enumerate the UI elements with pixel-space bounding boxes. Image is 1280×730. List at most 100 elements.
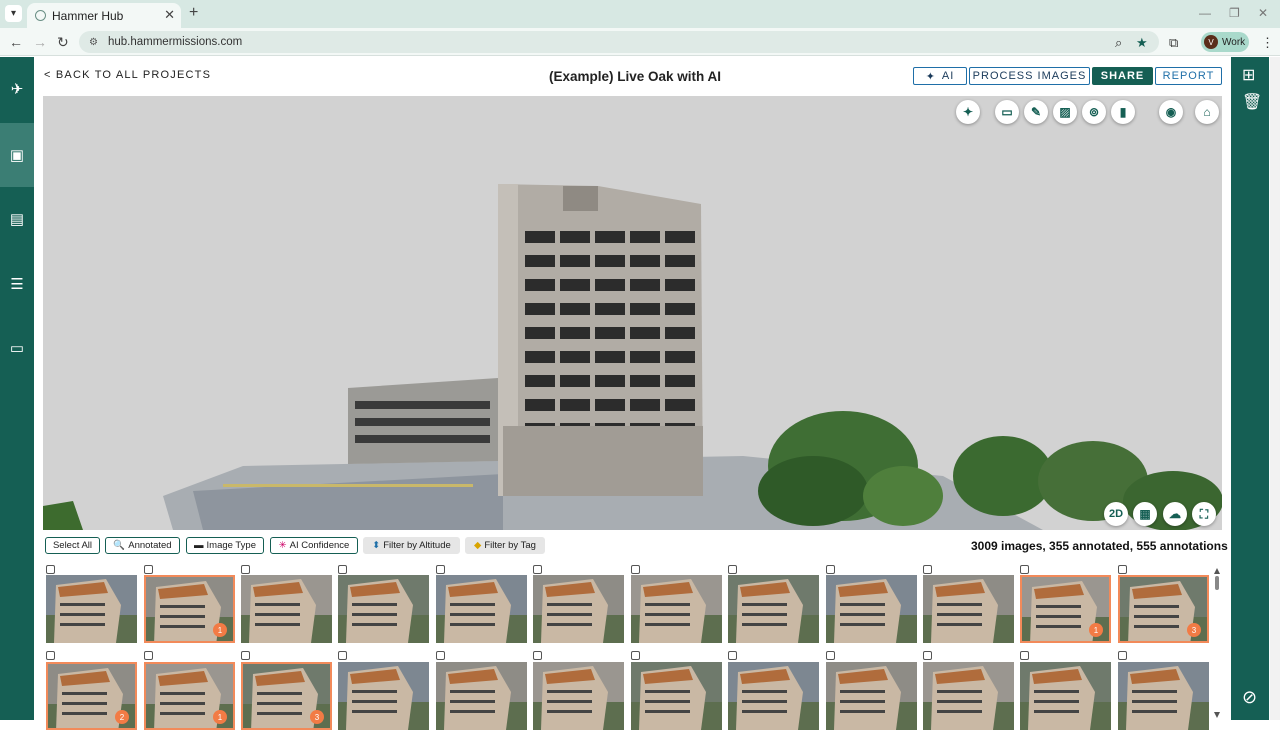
ai-icon: ✳ xyxy=(278,540,287,551)
thumbnail-checkbox[interactable] xyxy=(631,651,640,660)
ai-button[interactable]: ✦ AI xyxy=(913,67,967,85)
thumbnail-checkbox[interactable] xyxy=(144,651,153,660)
thumbnail-checkbox[interactable] xyxy=(728,565,737,574)
thumbnail-checkbox[interactable] xyxy=(436,651,445,660)
thumbnail-checkbox[interactable] xyxy=(533,651,542,660)
thumbnail-checkbox[interactable] xyxy=(241,651,250,660)
tag-filter-button[interactable]: ◆ Filter by Tag xyxy=(465,537,545,554)
image-thumbnail[interactable] xyxy=(826,575,917,643)
image-thumbnail[interactable] xyxy=(533,575,624,643)
thumbnail-checkbox[interactable] xyxy=(923,565,932,574)
thumbnail-checkbox[interactable] xyxy=(1118,651,1127,660)
add-icon[interactable]: ⊞ xyxy=(1242,65,1255,85)
close-window-icon[interactable]: ✕ xyxy=(1258,6,1268,20)
back-to-projects-link[interactable]: < BACK TO ALL PROJECTS xyxy=(44,69,211,81)
annotation-count-badge: 3 xyxy=(310,710,324,724)
forward-icon[interactable]: → xyxy=(33,34,47,50)
2d-toggle-button[interactable]: 2D xyxy=(1104,502,1128,526)
profile-label: Work xyxy=(1222,36,1246,48)
image-thumbnail[interactable]: 3 xyxy=(1118,575,1209,643)
building-icon[interactable]: ▦ xyxy=(1133,502,1157,526)
reload-icon[interactable]: ↻ xyxy=(57,34,69,51)
cloud-download-icon[interactable]: ☁ xyxy=(1163,502,1187,526)
address-bar[interactable]: ⚙ hub.hammermissions.com xyxy=(79,31,1159,53)
thumbnail-checkbox[interactable] xyxy=(826,565,835,574)
annotated-filter-button[interactable]: 🔍 Annotated xyxy=(105,537,180,554)
tab-search-icon[interactable]: ▾ xyxy=(5,5,22,22)
fullscreen-icon[interactable]: ⛶ xyxy=(1192,502,1216,526)
ai-confidence-filter-button[interactable]: ✳ AI Confidence xyxy=(270,537,358,554)
thumbnail-checkbox[interactable] xyxy=(923,651,932,660)
image-thumbnail[interactable] xyxy=(631,575,722,643)
image-thumbnail[interactable] xyxy=(338,575,429,643)
ai-confidence-label: AI Confidence xyxy=(289,540,350,551)
thumbnail-checkbox[interactable] xyxy=(533,565,542,574)
new-tab-icon[interactable]: + xyxy=(189,4,198,22)
thumbnail-checkbox[interactable] xyxy=(46,565,55,574)
image-thumbnail[interactable] xyxy=(923,575,1014,643)
tag-filter-label: Filter by Tag xyxy=(484,540,536,551)
profile-chip[interactable]: V Work xyxy=(1201,32,1249,52)
ai-detect-icon[interactable]: ✦ xyxy=(956,100,980,124)
thumbnail-image xyxy=(46,575,137,643)
image-thumbnail[interactable]: 1 xyxy=(1020,575,1111,643)
thumbnail-image xyxy=(923,575,1014,643)
thumbnail-checkbox[interactable] xyxy=(144,565,153,574)
restore-icon[interactable]: ❐ xyxy=(1229,6,1240,20)
browser-tab[interactable]: Hammer Hub ✕ xyxy=(27,3,181,28)
thumbnail-checkbox[interactable] xyxy=(338,651,347,660)
share-button[interactable]: SHARE xyxy=(1092,67,1153,85)
bookmark-star-icon[interactable]: ★ xyxy=(1136,35,1148,51)
camera-icon[interactable]: ◉ xyxy=(1159,100,1183,124)
thumbnail-checkbox[interactable] xyxy=(1118,565,1127,574)
site-info-icon[interactable]: ⚙ xyxy=(89,37,98,48)
list-icon[interactable]: ☰ xyxy=(0,252,34,316)
image-thumbnail[interactable]: 1 xyxy=(144,575,235,643)
image-thumbnail[interactable] xyxy=(46,575,137,643)
annotation-count-badge: 2 xyxy=(115,710,129,724)
thumbnail-image xyxy=(728,575,819,643)
compass-icon[interactable]: ⊘ xyxy=(1242,687,1257,708)
avatar: V xyxy=(1204,35,1218,49)
image-thumbnail[interactable] xyxy=(728,575,819,643)
home-icon[interactable]: ⌂ xyxy=(1195,100,1219,124)
flights-icon[interactable]: ✈ xyxy=(0,57,34,121)
thumbnail-checkbox[interactable] xyxy=(826,651,835,660)
thumbnail-checkbox[interactable] xyxy=(338,565,347,574)
document-icon[interactable]: ▤ xyxy=(0,187,34,251)
thumbnail-checkbox[interactable] xyxy=(1020,565,1029,574)
comment-icon[interactable]: ▭ xyxy=(995,100,1019,124)
page-scrollbar[interactable] xyxy=(1270,57,1280,720)
extensions-icon[interactable]: ⧉ xyxy=(1169,35,1178,51)
image-thumbnail[interactable] xyxy=(436,575,527,643)
thumbnail-checkbox[interactable] xyxy=(728,651,737,660)
grid-scrollbar[interactable] xyxy=(1213,566,1221,720)
thumbnail-checkbox[interactable] xyxy=(1020,651,1029,660)
image-thumbnail[interactable] xyxy=(241,575,332,643)
minimize-icon[interactable]: — xyxy=(1199,6,1211,20)
browser-menu-icon[interactable]: ⋮ xyxy=(1261,35,1274,51)
thumbnail-checkbox[interactable] xyxy=(46,651,55,660)
process-images-button[interactable]: PROCESS IMAGES xyxy=(969,67,1090,85)
image-type-label: Image Type xyxy=(206,540,256,551)
thumbnail-checkbox[interactable] xyxy=(631,565,640,574)
thumbnail-checkbox[interactable] xyxy=(241,565,250,574)
scan-icon[interactable]: ⊚ xyxy=(1082,100,1106,124)
back-icon[interactable]: ← xyxy=(9,34,23,50)
altitude-filter-button[interactable]: ⬍ Filter by Altitude xyxy=(363,537,460,554)
delete-icon[interactable]: ▮ xyxy=(1111,100,1135,124)
image-icon: ▬ xyxy=(194,540,204,551)
report-button[interactable]: REPORT xyxy=(1155,67,1222,85)
zoom-icon[interactable]: ⌕ xyxy=(1115,35,1122,51)
trash-icon[interactable]: 🗑 xyxy=(1242,92,1262,112)
pencil-icon[interactable]: ✎ xyxy=(1024,100,1048,124)
close-tab-icon[interactable]: ✕ xyxy=(164,7,175,23)
area-measure-icon[interactable]: ▨ xyxy=(1053,100,1077,124)
select-all-button[interactable]: Select All xyxy=(45,537,100,554)
model-3d-icon[interactable]: ▣ xyxy=(0,123,34,187)
thumbnail-checkbox[interactable] xyxy=(436,565,445,574)
3d-model-render xyxy=(43,184,1222,530)
comments-icon[interactable]: ▭ xyxy=(0,316,34,380)
3d-model-viewport[interactable]: ✦ ▭ ✎ ▨ ⊚ ▮ ◉ ⌂ 2D ▦ ☁ ⛶ xyxy=(43,96,1222,530)
image-type-filter-button[interactable]: ▬ Image Type xyxy=(186,537,264,554)
